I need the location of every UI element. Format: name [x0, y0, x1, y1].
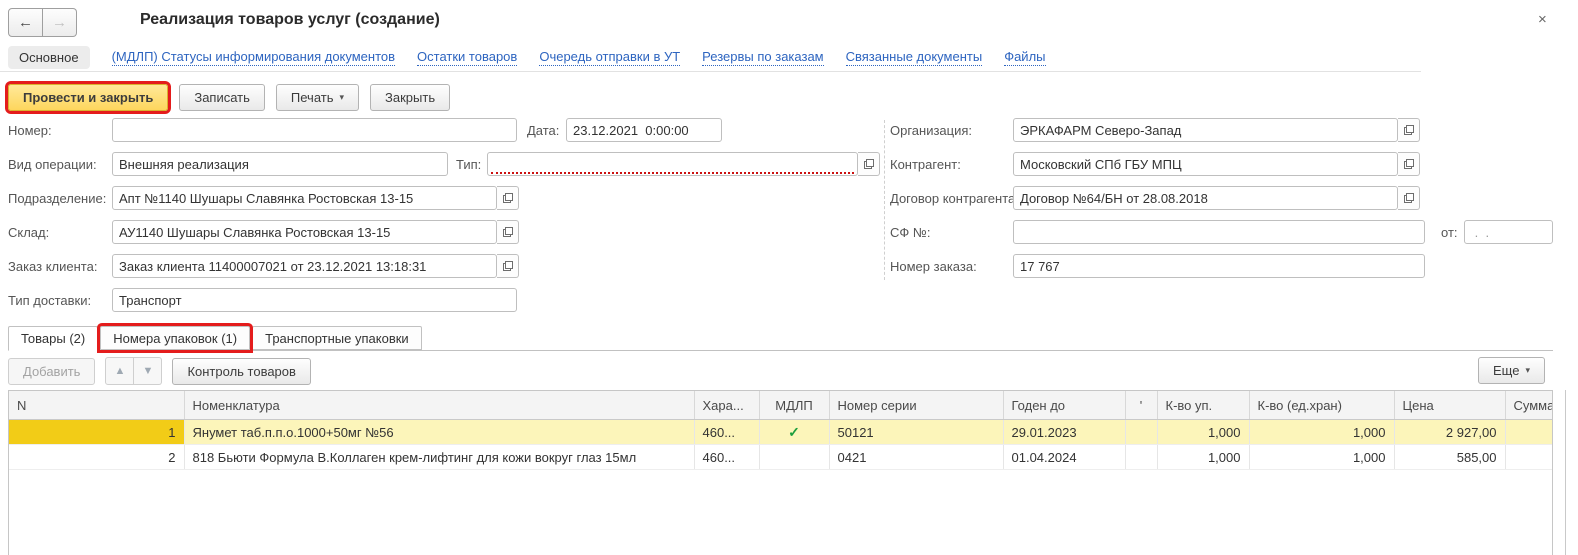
sf-from-date-field[interactable]: . .	[1464, 220, 1553, 244]
table-tabs: Товары (2) Номера упаковок (1) Транспорт…	[8, 326, 1553, 351]
move-up-button[interactable]: ▲	[105, 357, 134, 385]
page-title: Реализация товаров услуг (создание)	[140, 11, 440, 29]
forward-button[interactable]: →	[43, 8, 77, 37]
mdlp-check-icon: ✓	[759, 420, 829, 445]
picker-icon	[1403, 192, 1415, 204]
col-header-expiry[interactable]: Годен до	[1003, 391, 1125, 420]
col-header-n[interactable]: N	[9, 391, 184, 420]
print-button[interactable]: Печать▾	[276, 84, 359, 111]
sklad-field[interactable]: АУ1140 Шушары Славянка Ростовская 13-15	[112, 220, 497, 244]
col-header-qty-unit[interactable]: К-во (ед.хран)	[1249, 391, 1394, 420]
picker-icon	[502, 192, 514, 204]
zakaz-klienta-label: Заказ клиента:	[8, 259, 97, 274]
history-nav: ← →	[8, 8, 77, 37]
col-header-qty-pack[interactable]: К-во уп.	[1157, 391, 1249, 420]
table-header-row: N Номенклатура Хара... МДЛП Номер серии …	[9, 391, 1553, 420]
save-button[interactable]: Записать	[179, 84, 265, 111]
nav-link-rezervy[interactable]: Резервы по заказам	[702, 49, 823, 66]
document-window: ← → Реализация товаров услуг (создание) …	[0, 0, 1578, 555]
col-header-mdlp[interactable]: МДЛП	[759, 391, 829, 420]
picker-icon	[1403, 124, 1415, 136]
back-icon: ←	[18, 14, 33, 31]
nav-link-fajly[interactable]: Файлы	[1004, 49, 1045, 66]
close-icon[interactable]: ×	[1538, 11, 1547, 28]
col-header-char[interactable]: Хара...	[694, 391, 759, 420]
mdlp-check-icon	[759, 445, 829, 470]
vid-operacii-label: Вид операции:	[8, 157, 97, 172]
zakaz-klienta-field[interactable]: Заказ клиента 11400007021 от 23.12.2021 …	[112, 254, 497, 278]
podrazdelenie-picker-button[interactable]	[497, 186, 519, 210]
kontragent-picker-button[interactable]	[1398, 152, 1420, 176]
col-header-sum[interactable]: Сумма с	[1505, 391, 1553, 420]
add-button[interactable]: Добавить	[8, 358, 95, 385]
tip-field[interactable]	[487, 152, 858, 176]
arrow-up-icon: ▲	[115, 365, 126, 377]
col-header-tick[interactable]: '	[1125, 391, 1157, 420]
nav-link-mdlp-statuses[interactable]: (МДЛП) Статусы информирования документов	[112, 49, 395, 66]
table-row[interactable]: 2 818 Бьюти Формула В.Коллаген крем-лифт…	[9, 445, 1553, 470]
chevron-down-icon: ▾	[1525, 365, 1530, 376]
nav-link-ostatki[interactable]: Остатки товаров	[417, 49, 517, 66]
picker-icon	[502, 226, 514, 238]
tab-nomera-upakovok[interactable]: Номера упаковок (1)	[100, 326, 250, 350]
sklad-picker-button[interactable]	[497, 220, 519, 244]
podrazdelenie-field[interactable]: Апт №1140 Шушары Славянка Ростовская 13-…	[112, 186, 497, 210]
tab-osnovnoe[interactable]: Основное	[8, 46, 90, 69]
tip-dostavki-field[interactable]: Транспорт	[112, 288, 517, 312]
sklad-label: Склад:	[8, 225, 49, 240]
dogovor-label: Договор контрагента:	[890, 191, 1019, 206]
podrazdelenie-label: Подразделение:	[8, 191, 106, 206]
dogovor-field[interactable]: Договор №64/БН от 28.08.2018	[1013, 186, 1398, 210]
command-bar: Провести и закрыть Записать Печать▾ Закр…	[8, 84, 450, 111]
table-toolbar: Добавить ▲ ▼ Контроль товаров	[8, 357, 311, 385]
nomer-zakaza-label: Номер заказа:	[890, 259, 977, 274]
arrow-down-icon: ▼	[143, 365, 154, 377]
post-and-close-button[interactable]: Провести и закрыть	[8, 84, 168, 111]
organizaciya-field[interactable]: ЭРКАФАРМ Северо-Запад	[1013, 118, 1398, 142]
chevron-down-icon: ▾	[340, 92, 345, 103]
back-button[interactable]: ←	[8, 8, 43, 37]
tip-dostavki-label: Тип доставки:	[8, 293, 91, 308]
nav-link-ochered-ut[interactable]: Очередь отправки в УТ	[539, 49, 680, 66]
more-button[interactable]: Еще▾	[1478, 357, 1545, 384]
dogovor-picker-button[interactable]	[1398, 186, 1420, 210]
sf-field[interactable]	[1013, 220, 1425, 244]
move-row-buttons: ▲ ▼	[105, 357, 162, 385]
picker-icon	[502, 260, 514, 272]
table-scrollbar[interactable]	[1565, 390, 1566, 555]
picker-icon	[863, 158, 875, 170]
goods-control-button[interactable]: Контроль товаров	[172, 358, 310, 385]
sf-from-label: от:	[1441, 225, 1458, 240]
picker-icon	[1403, 158, 1415, 170]
date-label: Дата:	[527, 123, 559, 138]
tab-transportnye-upakovki[interactable]: Транспортные упаковки	[252, 326, 422, 350]
nav-strip: Основное (МДЛП) Статусы информирования д…	[0, 44, 1421, 72]
nomer-zakaza-field[interactable]: 17 767	[1013, 254, 1425, 278]
date-field[interactable]: 23.12.2021 0:00:00	[566, 118, 722, 142]
nomer-label: Номер:	[8, 123, 52, 138]
kontragent-field[interactable]: Московский СПб ГБУ МПЦ	[1013, 152, 1398, 176]
table-row[interactable]: 1 Янумет таб.п.п.о.1000+50мг №56 460... …	[9, 420, 1553, 445]
move-down-button[interactable]: ▼	[134, 357, 162, 385]
tab-tovary[interactable]: Товары (2)	[8, 326, 98, 351]
forward-icon: →	[52, 14, 67, 31]
nav-link-svyazannye[interactable]: Связанные документы	[846, 49, 983, 66]
vid-operacii-field[interactable]: Внешняя реализация	[112, 152, 448, 176]
organizaciya-picker-button[interactable]	[1398, 118, 1420, 142]
col-header-price[interactable]: Цена	[1394, 391, 1505, 420]
column-separator	[884, 120, 885, 280]
close-button[interactable]: Закрыть	[370, 84, 450, 111]
col-header-series[interactable]: Номер серии	[829, 391, 1003, 420]
col-header-nomenclature[interactable]: Номенклатура	[184, 391, 694, 420]
sf-label: СФ №:	[890, 225, 930, 240]
tip-picker-button[interactable]	[858, 152, 880, 176]
kontragent-label: Контрагент:	[890, 157, 961, 172]
zakaz-klienta-picker-button[interactable]	[497, 254, 519, 278]
nomer-field[interactable]	[112, 118, 517, 142]
goods-table: N Номенклатура Хара... МДЛП Номер серии …	[8, 390, 1553, 555]
tip-label: Тип:	[456, 157, 481, 172]
organizaciya-label: Организация:	[890, 123, 972, 138]
